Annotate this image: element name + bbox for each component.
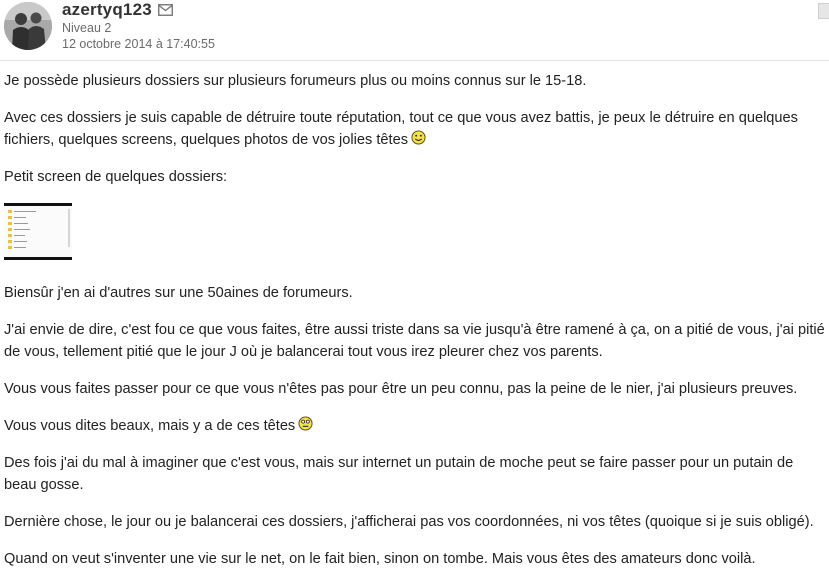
- author-username[interactable]: azertyq123: [62, 0, 152, 20]
- post-date[interactable]: 12 octobre 2014 à 17:40:55: [62, 37, 215, 51]
- smiley-happy-icon: [411, 130, 426, 145]
- post-paragraph: Avec ces dossiers je suis capable de dét…: [4, 107, 829, 151]
- post-paragraph: Dernière chose, le jour ou je balancerai…: [4, 514, 814, 530]
- header-divider: [0, 60, 829, 61]
- folders-screenshot-thumbnail[interactable]: [4, 203, 72, 260]
- avatar-photo-icon: [4, 2, 52, 50]
- post-paragraph: Biensûr j'en ai d'autres sur une 50aines…: [4, 285, 353, 301]
- post-options-icon[interactable]: [818, 3, 829, 19]
- post-paragraph: Des fois j'ai du mal à imaginer que c'es…: [4, 455, 794, 493]
- thumbnail-row: [8, 210, 64, 213]
- post-content: Je possède plusieurs dossiers sur plusie…: [4, 70, 829, 585]
- post-paragraph: Petit screen de quelques dossiers:: [4, 169, 228, 185]
- post-paragraph: Vous vous faites passer pour ce que vous…: [4, 381, 798, 397]
- thumbnail-scrollbar: [68, 209, 70, 247]
- thumbnail-row: [8, 240, 64, 243]
- thumbnail-row: [8, 216, 64, 219]
- thumbnail-row: [8, 234, 64, 237]
- thumbnail-row: [8, 246, 64, 249]
- post-paragraph: Quand on veut s'inventer une vie sur le …: [4, 551, 756, 567]
- thumbnail-row: [8, 228, 64, 231]
- author-level: Niveau 2: [62, 21, 112, 35]
- post-paragraph-text: Avec ces dossiers je suis capable de dét…: [4, 110, 798, 148]
- post-paragraph: Vous vous dites beaux, mais y a de ces t…: [4, 415, 829, 437]
- mail-icon[interactable]: [158, 4, 173, 16]
- thumbnail-row: [8, 222, 64, 225]
- post-paragraph: Je possède plusieurs dossiers sur plusie…: [4, 73, 587, 89]
- post-paragraph: J'ai envie de dire, c'est fou ce que vou…: [4, 322, 825, 360]
- smiley-weird-icon: [298, 416, 313, 431]
- post-paragraph-text: Vous vous dites beaux, mais y a de ces t…: [4, 418, 296, 434]
- avatar[interactable]: [4, 2, 52, 50]
